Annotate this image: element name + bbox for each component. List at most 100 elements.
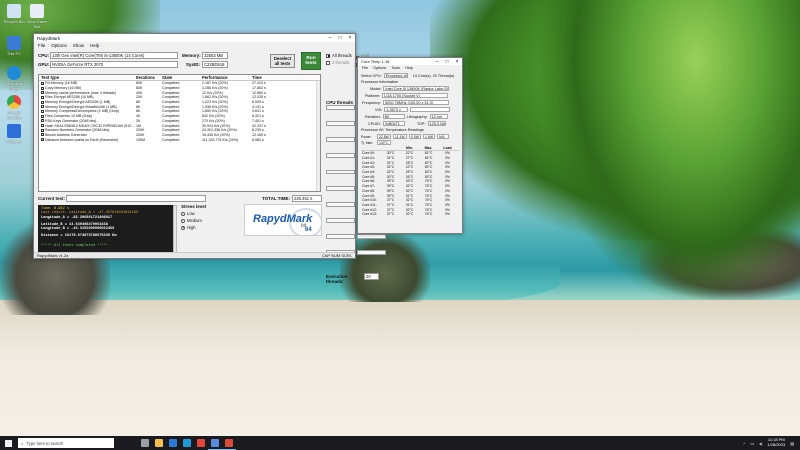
menu-file[interactable]: File (38, 43, 45, 48)
table-row[interactable]: Memory Encrypt/Decrypt AES256 (1 MB) 8K Co… (39, 100, 320, 105)
close-icon[interactable]: × (452, 59, 462, 65)
core-temp-row: Core #3: 32°C 22°C 84°C 0% (361, 165, 460, 170)
test-checkbox[interactable] (41, 138, 44, 142)
stress-low-option[interactable]: Low (181, 211, 236, 216)
test-checkbox[interactable] (41, 100, 44, 104)
taskbar-rapydmark[interactable] (222, 436, 236, 450)
test-checkbox[interactable] (41, 81, 44, 85)
test-checkbox[interactable] (41, 86, 44, 90)
core-load: 0% (445, 202, 450, 207)
taskbar-search[interactable]: ⌕ Type here to search (18, 438, 114, 448)
taskbar-chrome[interactable] (194, 436, 208, 450)
platform-value: LGA 1700 (Socket V) (382, 93, 449, 98)
test-checkbox[interactable] (41, 119, 44, 123)
test-time: 6.321 s (252, 114, 264, 119)
test-perf: 3,358 K/s (20%) (202, 86, 228, 91)
taskbar-store[interactable] (208, 436, 222, 450)
test-checkbox[interactable] (41, 91, 44, 95)
table-row[interactable]: Memory Compress/Decompress (1 MB) (Gzip)… (39, 109, 320, 114)
stress-high-radio[interactable] (181, 225, 185, 230)
test-checkbox[interactable] (41, 105, 44, 109)
test-checkbox[interactable] (41, 128, 44, 132)
test-checkbox[interactable] (41, 124, 44, 128)
tests-table-scrollbar[interactable] (316, 81, 320, 191)
desktop-icon-chrome[interactable]: Google Chrome (1, 95, 27, 120)
col-state[interactable]: State (162, 75, 202, 80)
test-name: Copy Memory (16 MB) (45, 86, 82, 91)
taskbar-file-explorer[interactable] (152, 436, 166, 450)
desktop-icon-edge[interactable]: Microsoft Edge (1, 66, 27, 91)
stress-medium-option[interactable]: Medium (181, 218, 236, 223)
test-state: Completed (162, 114, 180, 119)
table-row[interactable]: Bitcoin Address Generator 200K Completed 16… (39, 133, 320, 138)
table-row[interactable]: Distance between points on Earth (Havers… (39, 137, 320, 142)
table-row[interactable]: Files Compress 10 MB (Gzip) 4K Completed 63… (39, 114, 320, 119)
desktop-icon-this-pc[interactable]: This PC (1, 36, 27, 56)
window-title: RapydMark (37, 35, 61, 41)
memory-label: Memory: (182, 53, 201, 58)
select-cpu-label: Select CPU: (361, 73, 382, 78)
maximize-icon[interactable]: □ (442, 59, 452, 65)
maximize-icon[interactable]: □ (335, 35, 345, 41)
table-row[interactable]: Hash SHA1/256/512 MD4/5 CRC32 RIPEMD160 … (39, 123, 320, 128)
menu-show[interactable]: Show (73, 43, 84, 48)
select-cpu-row: Select CPU: Processor #0 14 Core(s) 20 T… (361, 73, 454, 78)
table-row[interactable]: Memory cache performance (max 4 threads)… (39, 90, 320, 95)
deselect-all-button[interactable]: Deselect all tests (270, 54, 295, 68)
stress-medium-radio[interactable] (181, 218, 185, 223)
stress-low-radio[interactable] (181, 211, 185, 216)
console-scrollbar[interactable] (173, 205, 177, 258)
taskbar-edge[interactable] (180, 436, 194, 450)
stress-high-option[interactable]: High (181, 225, 236, 230)
start-button[interactable] (0, 436, 16, 450)
volume-icon[interactable]: ◂) (759, 441, 762, 446)
chevron-up-icon[interactable]: ^ (743, 441, 745, 446)
col-performance[interactable]: Performance (202, 75, 252, 80)
notifications-icon[interactable]: ▤ (790, 441, 794, 446)
menu-options[interactable]: Options (51, 43, 67, 48)
foliage-right (540, 0, 800, 300)
table-row[interactable]: Fill Memory (16 MB) 80K Completed 2,187 K/s… (39, 81, 320, 86)
menu-help[interactable]: Help (90, 43, 99, 48)
test-checkbox[interactable] (41, 95, 44, 99)
col-test-type[interactable]: Test type (39, 75, 136, 80)
execution-threads-field[interactable]: 20 (364, 273, 379, 280)
test-time: 6.539 s (252, 100, 264, 105)
desktop-icon-xbox-game-bar[interactable]: Xbox Game Bar (24, 4, 50, 29)
all-threads-option[interactable]: All threads (326, 53, 352, 58)
two-threads-checkbox[interactable] (326, 60, 330, 65)
core-cur: 30°C (386, 151, 395, 156)
minimize-icon[interactable]: – (432, 59, 442, 65)
test-time: 27.424 s (252, 81, 266, 86)
ct-menu-file[interactable]: File (362, 66, 368, 70)
close-icon[interactable]: × (345, 35, 355, 41)
network-icon[interactable]: ▭ (750, 441, 754, 446)
test-checkbox[interactable] (41, 133, 44, 137)
test-perf: 111,333,776 K/s (20%) (202, 137, 239, 142)
table-row[interactable]: Copy Memory (16 MB) 60K Completed 3,358 K/s… (39, 86, 320, 91)
col-time[interactable]: Time (252, 75, 292, 80)
table-row[interactable]: Random Numbers Generator (2048 bits) 200K… (39, 128, 320, 133)
file-explorer-icon (155, 439, 163, 447)
ct-menu-options[interactable]: Options (373, 66, 386, 70)
table-row[interactable]: RSA Keys Generator (2048 bits) 2K Complete… (39, 119, 320, 124)
desktop-icon-phoenix[interactable]: Phoenix (1, 124, 27, 144)
ct-menu-tools[interactable]: Tools (391, 66, 400, 70)
select-cpu-dropdown[interactable]: Processor #0 (383, 73, 408, 78)
test-time: 4.641 s (252, 109, 264, 114)
all-threads-checkbox[interactable] (326, 53, 330, 58)
taskbar-mail[interactable] (166, 436, 180, 450)
table-row[interactable]: Files Encrypt AES256 (10 MB) 20K Completed… (39, 95, 320, 100)
minimize-icon[interactable]: – (325, 35, 335, 41)
core-load: 0% (445, 160, 450, 165)
table-row[interactable]: Memory Encrypt/Decrypt Blowfish448 (1 MB… (39, 104, 320, 109)
run-tests-button[interactable]: Run tests (301, 52, 321, 70)
test-checkbox[interactable] (41, 109, 44, 113)
stress-level-title: Stress level (181, 204, 207, 209)
ct-menu-help[interactable]: Help (405, 66, 413, 70)
taskbar-task-view[interactable] (138, 436, 152, 450)
test-checkbox[interactable] (41, 114, 44, 118)
two-threads-option[interactable]: 2 threads (326, 60, 349, 65)
clock[interactable]: 11:18 PM 1/28/2023 (767, 438, 785, 447)
col-iterations[interactable]: Iterations (136, 75, 162, 80)
